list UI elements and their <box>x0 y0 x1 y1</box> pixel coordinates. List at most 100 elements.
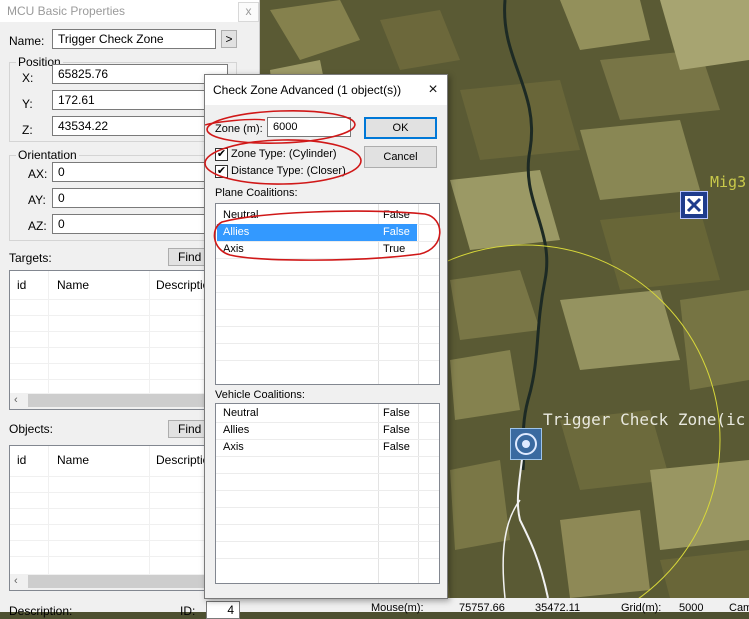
row-line <box>216 490 439 491</box>
targets-label: Targets: <box>9 251 52 265</box>
coalition-value: False <box>383 407 410 419</box>
coalition-name: Allies <box>223 226 250 238</box>
objects-col-name[interactable]: Name <box>57 453 89 467</box>
status-bar: Mouse(m): 75757.66 35472.11 Grid(m): 500… <box>259 598 749 614</box>
az-label: AZ: <box>28 219 47 233</box>
zone-radius-input[interactable]: 6000 <box>267 117 351 137</box>
mouse-z-value: 35472.11 <box>535 602 581 614</box>
plane-row-neutral[interactable]: Neutral False <box>217 207 439 224</box>
aircraft-icon[interactable] <box>680 191 708 219</box>
az-field[interactable]: 0 <box>52 214 228 234</box>
scroll-thumb[interactable] <box>28 575 204 588</box>
coalition-name: Axis <box>223 243 244 255</box>
ok-button[interactable]: OK <box>364 117 437 139</box>
plane-coalitions-list[interactable]: Neutral False Allies False Axis True <box>215 203 440 385</box>
vehicle-coalitions-label: Vehicle Coalitions: <box>215 389 305 401</box>
coalition-value: False <box>383 226 410 238</box>
z-label: Z: <box>22 123 33 137</box>
zone-type-checkbox[interactable]: ✔ <box>215 148 228 161</box>
x-label: X: <box>22 71 34 85</box>
coalition-value: False <box>383 424 410 436</box>
row-line <box>216 541 439 542</box>
objects-label: Objects: <box>9 422 54 436</box>
zone-label: Zone (m): <box>215 123 263 135</box>
name-arrow-button[interactable]: > <box>221 30 237 48</box>
coalition-value: False <box>383 209 410 221</box>
grid-divider <box>48 446 49 574</box>
camera-label: Cam <box>729 602 749 614</box>
grid-divider <box>48 271 49 395</box>
row-line <box>216 275 439 276</box>
ay-field[interactable]: 0 <box>52 188 228 208</box>
dialog-titlebar: Check Zone Advanced (1 object(s)) × <box>205 75 447 105</box>
name-label: Name: <box>9 34 45 48</box>
plane-coalitions-label: Plane Coalitions: <box>215 187 298 199</box>
zone-glyph <box>515 433 537 455</box>
plane-row-allies[interactable]: Allies False <box>217 224 417 241</box>
row-line <box>216 360 439 361</box>
row-line <box>216 507 439 508</box>
close-icon: × <box>428 81 438 98</box>
ay-label: AY: <box>28 193 46 207</box>
mouse-x-value: 75757.66 <box>459 602 505 614</box>
dialog-title: Check Zone Advanced (1 object(s)) <box>213 83 402 97</box>
scroll-left-icon[interactable]: ‹ <box>14 394 18 406</box>
cancel-button[interactable]: Cancel <box>364 146 437 168</box>
targets-col-name[interactable]: Name <box>57 278 89 292</box>
dialog-close-button[interactable]: × <box>423 80 443 100</box>
row-line <box>216 343 439 344</box>
description-label: Description: <box>9 604 73 618</box>
id-label: ID: <box>180 604 196 618</box>
check-zone-dialog: Check Zone Advanced (1 object(s)) × Zone… <box>204 74 448 599</box>
ax-field[interactable]: 0 <box>52 162 228 182</box>
distance-type-label[interactable]: Distance Type: (Closer) <box>231 165 346 177</box>
row-line <box>216 524 439 525</box>
grid-divider <box>149 271 150 395</box>
y-field[interactable]: 172.61 <box>52 90 228 110</box>
row-line <box>216 473 439 474</box>
coalition-value: False <box>383 441 410 453</box>
plane-row-axis[interactable]: Axis True <box>217 241 439 258</box>
distance-type-checkbox[interactable]: ✔ <box>215 165 228 178</box>
coalition-value: True <box>383 243 406 255</box>
row-line <box>216 292 439 293</box>
grid-value: 5000 <box>679 602 704 614</box>
vehicle-row-neutral[interactable]: Neutral False <box>217 405 439 422</box>
objects-col-id[interactable]: id <box>17 453 26 467</box>
check-mark-icon: ✔ <box>216 165 227 177</box>
zone-type-label[interactable]: Zone Type: (Cylinder) <box>231 148 337 160</box>
coalition-name: Neutral <box>223 209 259 221</box>
row-line <box>216 326 439 327</box>
name-field[interactable]: Trigger Check Zone <box>52 29 216 49</box>
id-field[interactable]: 4 <box>206 601 240 619</box>
targets-col-id[interactable]: id <box>17 278 26 292</box>
scroll-thumb[interactable] <box>28 394 204 407</box>
aircraft-label: Mig3 <box>710 173 747 191</box>
col-divider <box>418 204 419 384</box>
trigger-zone-label: Trigger Check Zone(ic <box>543 410 746 429</box>
y-label: Y: <box>22 97 33 111</box>
coalition-name: Axis <box>223 441 244 453</box>
vehicle-coalitions-list[interactable]: Neutral False Allies False Axis False <box>215 403 440 584</box>
check-mark-icon: ✔ <box>216 148 227 160</box>
vehicle-row-allies[interactable]: Allies False <box>217 422 439 439</box>
row-line <box>216 456 439 457</box>
x-field[interactable]: 65825.76 <box>52 64 228 84</box>
check-zone-icon[interactable] <box>510 428 542 460</box>
panel-title: MCU Basic Properties <box>7 4 126 18</box>
ax-label: AX: <box>28 167 48 181</box>
scroll-left-icon[interactable]: ‹ <box>14 575 18 587</box>
plane-glyph <box>685 196 703 214</box>
row-line <box>216 309 439 310</box>
orientation-group-title: Orientation <box>16 148 79 162</box>
z-field[interactable]: 43534.22 <box>52 116 228 136</box>
coalition-name: Neutral <box>223 407 259 419</box>
panel-titlebar: MCU Basic Properties x <box>0 0 259 22</box>
row-line <box>216 258 439 259</box>
row-line <box>216 558 439 559</box>
coalition-name: Allies <box>223 424 250 436</box>
grid-divider <box>149 446 150 574</box>
vehicle-row-axis[interactable]: Axis False <box>217 439 439 456</box>
panel-close-button[interactable]: x <box>238 2 259 22</box>
grid-label: Grid(m): <box>621 602 662 614</box>
